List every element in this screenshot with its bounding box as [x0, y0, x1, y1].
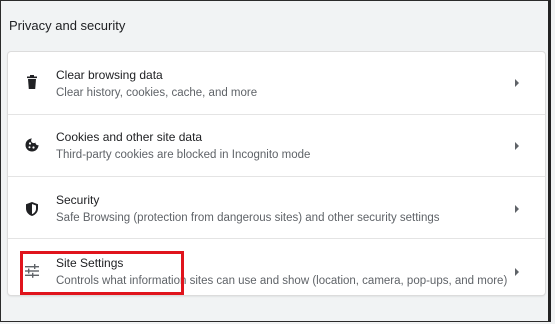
clear-browsing-data-row[interactable]: Clear browsing data Clear history, cooki…: [8, 52, 545, 114]
arrow-right-icon: [513, 78, 521, 88]
privacy-security-card: Clear browsing data Clear history, cooki…: [8, 52, 545, 295]
cookie-icon: [24, 137, 40, 153]
arrow-right-icon: [513, 204, 521, 214]
site-settings-row[interactable]: Site Settings Controls what information …: [8, 238, 545, 300]
row-subtitle: Third-party cookies are blocked in Incog…: [56, 149, 311, 161]
row-title: Cookies and other site data: [56, 130, 203, 144]
row-title: Security: [56, 193, 100, 207]
row-title: Clear browsing data: [56, 68, 163, 82]
arrow-right-icon: [513, 141, 521, 151]
section-title: Privacy and security: [9, 18, 126, 33]
cookies-row[interactable]: Cookies and other site data Third-party …: [8, 114, 545, 176]
settings-panel: Privacy and security Clear browsing data…: [0, 0, 551, 322]
arrow-right-icon: [513, 267, 521, 277]
trash-icon: [24, 74, 40, 90]
row-subtitle: Controls what information sites can use …: [56, 275, 508, 287]
row-title: Site Settings: [56, 256, 124, 270]
shield-icon: [24, 201, 40, 217]
row-subtitle: Clear history, cookies, cache, and more: [56, 87, 258, 99]
tune-icon: [24, 263, 40, 279]
row-subtitle: Safe Browsing (protection from dangerous…: [56, 212, 440, 224]
security-row[interactable]: Security Safe Browsing (protection from …: [8, 176, 545, 238]
